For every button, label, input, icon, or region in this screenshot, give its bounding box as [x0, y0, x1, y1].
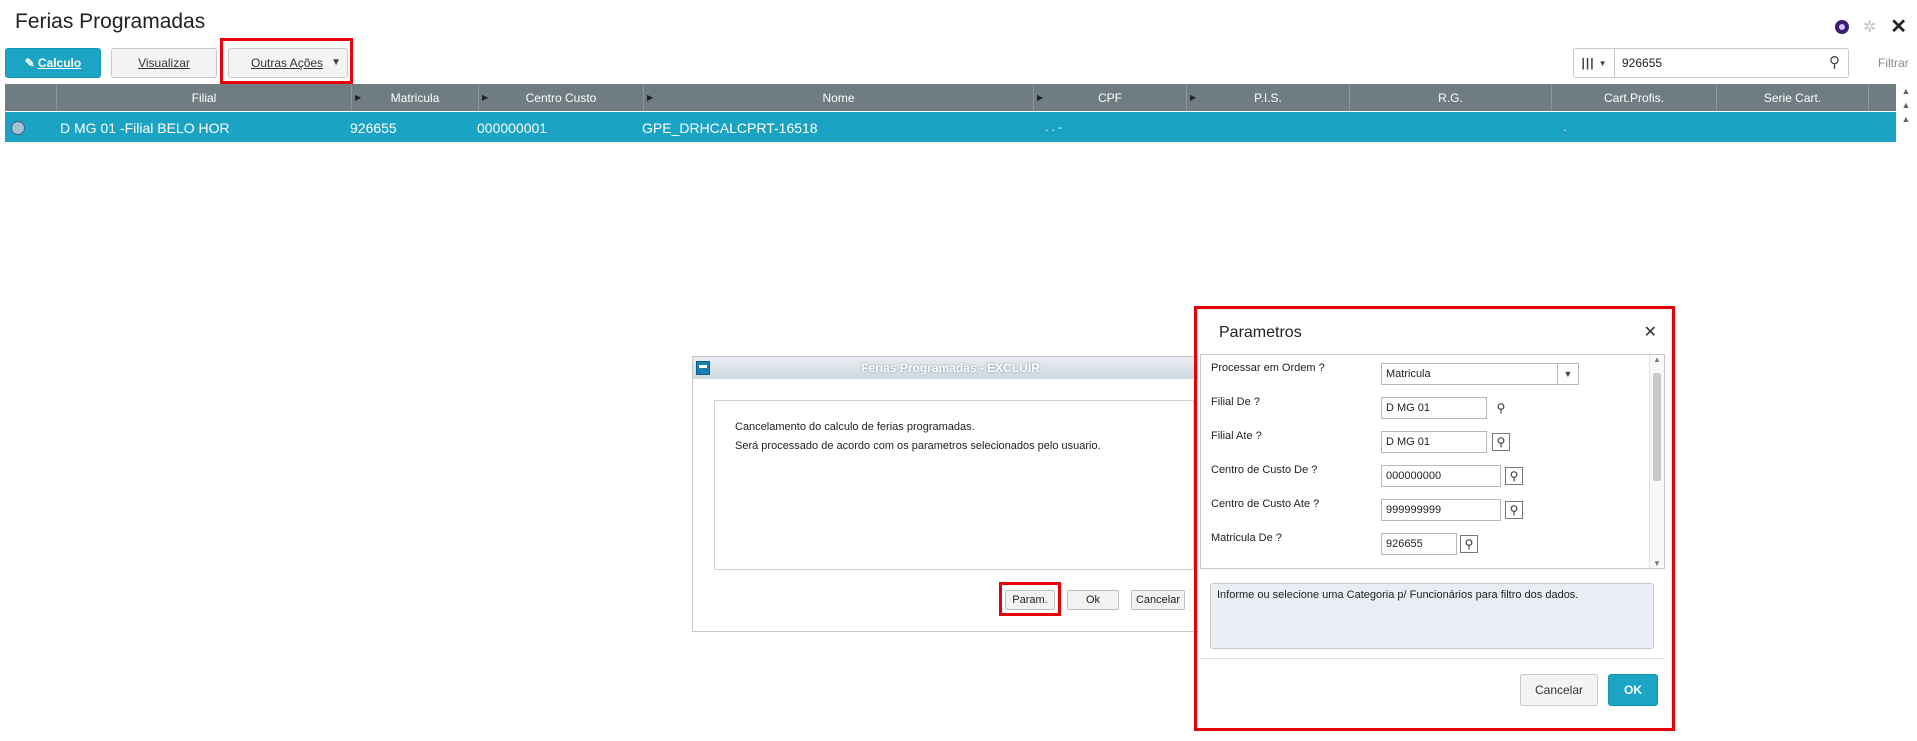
cell-filial: D MG 01 -Filial BELO HOR — [60, 120, 230, 136]
filter-link[interactable]: Filtrar — [1878, 56, 1909, 70]
filial-de-input[interactable]: D MG 01 — [1381, 397, 1487, 419]
column-header-select[interactable] — [5, 84, 57, 111]
help-text: Informe ou selecione uma Categoria p/ Fu… — [1210, 583, 1654, 649]
parametros-dialog: Parametros ✕ Processar em Ordem ? Matric… — [1198, 310, 1671, 728]
column-header-centro-custo[interactable]: ▶ Centro Custo — [479, 84, 644, 111]
param-label: Filial Ate ? — [1211, 430, 1262, 442]
close-icon[interactable]: ✕ — [1890, 14, 1907, 39]
column-header-serie-cart[interactable]: Serie Cart. — [1717, 84, 1869, 111]
column-header-cart-profis[interactable]: Cart.Profis. — [1552, 84, 1717, 111]
gear-icon[interactable]: ✲ — [1863, 17, 1876, 37]
processar-ordem-select[interactable]: Matricula ▼ — [1381, 363, 1579, 385]
outras-acoes-label: Outras Ações — [251, 56, 324, 70]
param-label: Centro de Custo Ate ? — [1211, 498, 1320, 510]
column-header-label: Filial — [191, 90, 217, 105]
parameters-list[interactable]: Processar em Ordem ? Matricula ▼ Filial … — [1200, 354, 1665, 569]
top-right-icons: ✲ ✕ — [1834, 14, 1907, 39]
dropdown-arrow-icon[interactable]: ▼ — [331, 57, 341, 68]
column-header-label: P.I.S. — [1254, 90, 1282, 105]
sort-arrow-icon: ▶ — [482, 93, 489, 102]
app-window-icon — [696, 361, 710, 375]
param-button[interactable]: Param. — [1005, 590, 1055, 610]
column-header-label: Matricula — [390, 90, 440, 105]
column-header-matricula[interactable]: ▶ Matricula — [352, 84, 479, 111]
param-label: Centro de Custo De ? — [1211, 464, 1318, 476]
ok-button[interactable]: Ok — [1067, 590, 1119, 610]
sort-arrow-icon: ▶ — [1190, 93, 1197, 102]
grid-header: Filial ▶ Matricula ▶ Centro Custo ▶ Nome… — [5, 84, 1896, 111]
columns-icon: ||| — [1581, 56, 1595, 70]
centro-custo-ate-input[interactable]: 999999999 — [1381, 499, 1501, 521]
chevron-down-icon: ▼ — [1598, 58, 1607, 68]
table-row[interactable]: D MG 01 -Filial BELO HOR 926655 00000000… — [5, 112, 1896, 142]
footer-divider — [1200, 658, 1665, 659]
chevron-down-icon[interactable]: ▼ — [1557, 364, 1578, 384]
sort-arrow-icon: ▶ — [355, 93, 362, 102]
outras-acoes-button[interactable]: Outras Ações ▼ — [228, 48, 348, 78]
column-header-label: Cart.Profis. — [1603, 90, 1664, 105]
column-header-label: CPF — [1098, 90, 1122, 105]
sort-arrow-icon: ▶ — [647, 93, 654, 102]
cell-cpf: . . - — [1045, 120, 1063, 134]
matricula-de-input[interactable]: 926655 — [1381, 533, 1457, 555]
column-header-nome[interactable]: ▶ Nome — [644, 84, 1034, 111]
parameters-scrollbar[interactable]: ▲ ▼ — [1649, 355, 1664, 568]
param-label: Matricula De ? — [1211, 532, 1282, 544]
column-header-label: Centro Custo — [525, 90, 597, 105]
calculo-label: Calculo — [37, 56, 82, 70]
column-selector-button[interactable]: ||| ▼ — [1574, 49, 1615, 77]
page-title: Ferias Programadas — [15, 10, 206, 33]
param-label: Filial De ? — [1211, 396, 1260, 408]
cell-centro-custo: 000000001 — [477, 120, 548, 136]
search-icon[interactable]: ⚲ — [1492, 433, 1510, 451]
column-header-label: Serie Cart. — [1763, 90, 1822, 105]
ok-button[interactable]: OK — [1608, 674, 1658, 706]
user-avatar-icon[interactable] — [1834, 19, 1849, 34]
search-icon[interactable]: ⚲ — [1492, 399, 1510, 417]
param-label: Processar em Ordem ? — [1211, 362, 1325, 374]
search-icon[interactable]: ⚲ — [1460, 535, 1478, 553]
description-line-2: Será processado de acordo com os paramet… — [735, 440, 1101, 452]
scroll-thumb[interactable] — [1653, 373, 1661, 481]
cell-cart-profis: . — [1563, 120, 1567, 134]
scroll-top-icon[interactable]: ▲ — [1897, 84, 1915, 98]
column-header-label: Nome — [822, 90, 855, 105]
visualizar-label: Visualizar — [138, 56, 190, 70]
column-header-rg[interactable]: R.G. — [1350, 84, 1552, 111]
pencil-icon: ✎ — [24, 56, 35, 70]
visualizar-button[interactable]: Visualizar — [111, 48, 217, 78]
column-header-label: R.G. — [1438, 90, 1463, 105]
scroll-up-icon[interactable]: ▲ — [1897, 98, 1915, 112]
search-icon[interactable]: ⚲ — [1505, 467, 1523, 485]
cancel-button[interactable]: Cancelar — [1520, 674, 1598, 706]
legacy-dialog-title: Ferias Programadas - EXCLUIR — [693, 357, 1208, 379]
search-icon[interactable]: ⚲ — [1505, 501, 1523, 519]
legacy-dialog: Ferias Programadas - EXCLUIR Cancelament… — [692, 356, 1209, 632]
centro-custo-de-input[interactable]: 000000000 — [1381, 465, 1501, 487]
filial-ate-input[interactable]: D MG 01 — [1381, 431, 1487, 453]
cancel-button[interactable]: Cancelar — [1131, 590, 1185, 610]
status-legend-icon[interactable] — [11, 121, 25, 135]
calculo-button[interactable]: ✎ Calculo — [5, 48, 101, 78]
legacy-dialog-body: Cancelamento do calculo de ferias progra… — [714, 400, 1194, 570]
description-line-1: Cancelamento do calculo de ferias progra… — [735, 421, 975, 433]
column-header-pis[interactable]: ▶ P.I.S. — [1187, 84, 1350, 111]
search-input[interactable]: 926655 — [1622, 56, 1662, 70]
column-header-cpf[interactable]: ▶ CPF — [1034, 84, 1187, 111]
scroll-up-icon[interactable]: ▲ — [1897, 112, 1915, 126]
legacy-dialog-title-text: Ferias Programadas - EXCLUIR — [861, 361, 1040, 375]
search-box[interactable]: ||| ▼ 926655 ⚲ — [1573, 48, 1849, 78]
sort-arrow-icon: ▶ — [1037, 93, 1044, 102]
close-icon[interactable]: ✕ — [1644, 322, 1657, 342]
cell-nome: GPE_DRHCALCPRT-16518 — [642, 120, 818, 136]
select-value: Matricula — [1386, 368, 1431, 380]
cell-matricula: 926655 — [350, 120, 397, 136]
grid-scrollbar[interactable]: ▲ ▲ ▲ — [1897, 84, 1915, 144]
search-icon[interactable]: ⚲ — [1829, 53, 1840, 71]
parametros-title: Parametros — [1219, 324, 1302, 341]
scroll-up-icon[interactable]: ▲ — [1653, 355, 1661, 364]
scroll-down-icon[interactable]: ▼ — [1653, 559, 1661, 568]
column-header-filial[interactable]: Filial — [57, 84, 352, 111]
